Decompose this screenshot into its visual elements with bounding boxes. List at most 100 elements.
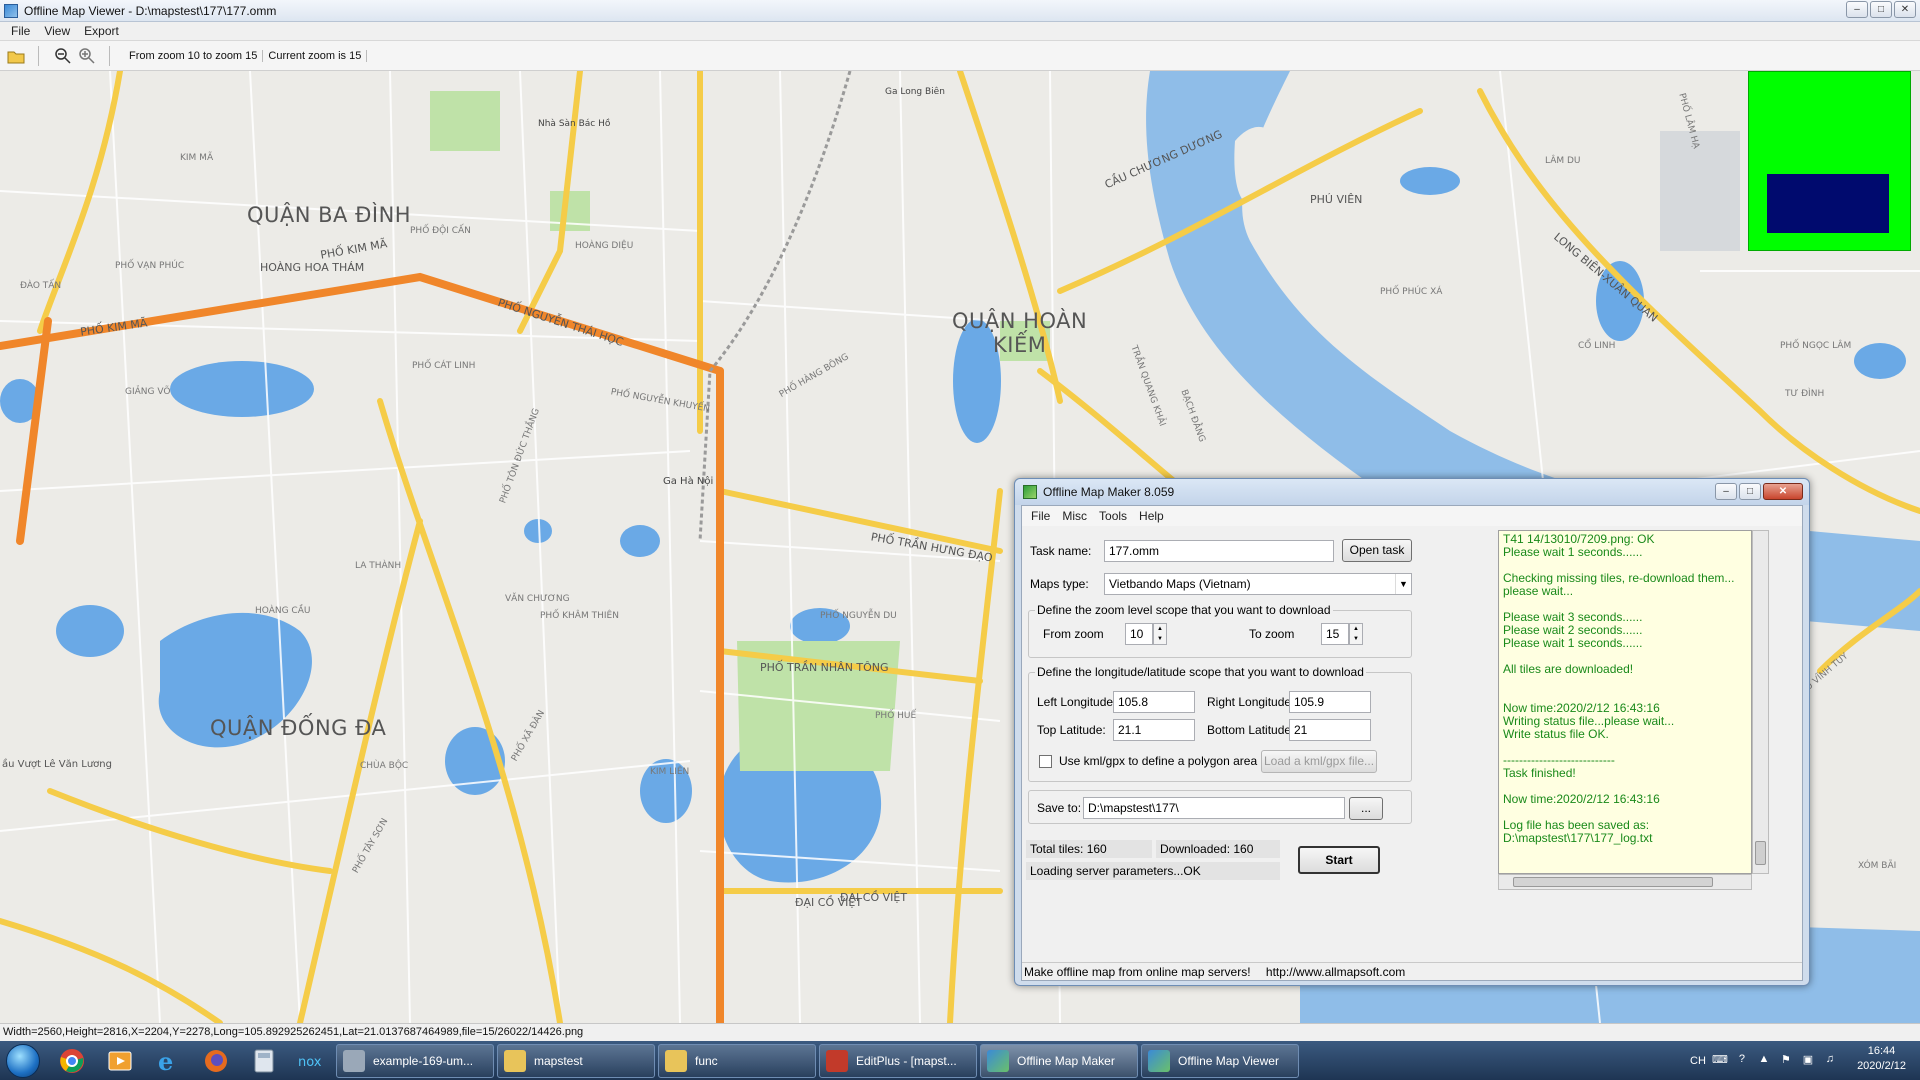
minimize-button[interactable]: – xyxy=(1846,1,1868,18)
street-label: PHỐ HUẾ xyxy=(875,711,917,721)
start-button[interactable]: Start xyxy=(1298,846,1380,874)
network-icon[interactable]: ▣ xyxy=(1800,1053,1816,1069)
tray-arrow-icon[interactable]: ▲ xyxy=(1756,1053,1772,1069)
zoom-scope-group: Define the zoom level scope that you wan… xyxy=(1028,603,1412,658)
overview-minimap[interactable] xyxy=(1748,71,1911,251)
taskbar-item-label: example-169-um... xyxy=(373,1053,474,1068)
maximize-button[interactable]: □ xyxy=(1870,1,1892,18)
help-icon[interactable]: ? xyxy=(1734,1053,1750,1069)
zoom-out-icon[interactable] xyxy=(53,46,73,66)
taskbar-item-example[interactable]: example-169-um... xyxy=(336,1043,494,1078)
street-label: PHỐ VẠN PHÚC xyxy=(115,261,185,271)
offline-map-maker-dialog[interactable]: Offline Map Maker 8.059 – □ ✕ File Misc … xyxy=(1014,478,1810,986)
from-zoom-spinner[interactable]: ▲ ▼ xyxy=(1153,623,1167,645)
toolbar-separator xyxy=(38,45,39,66)
internet-explorer-icon[interactable]: e xyxy=(144,1043,192,1079)
left-longitude-input[interactable]: 105.8 xyxy=(1113,691,1195,713)
viewer-menubar: File View Export xyxy=(0,22,1920,41)
svg-text:nox: nox xyxy=(298,1055,322,1070)
clock-time: 16:44 xyxy=(1867,1045,1896,1057)
street-label: PHỐ ĐỘI CẤN xyxy=(410,226,471,236)
lonlat-scope-group: Define the longitude/latitude scope that… xyxy=(1028,665,1412,782)
to-zoom-input[interactable]: 15 xyxy=(1321,623,1349,645)
chevron-down-icon[interactable]: ▼ xyxy=(1395,574,1411,594)
dialog-status-bar: Make offline map from online map servers… xyxy=(1022,962,1802,980)
clock[interactable]: 16:44 2020/2/12 xyxy=(1857,1044,1906,1074)
keyboard-icon[interactable]: ⌨ xyxy=(1712,1053,1728,1069)
map-maker-app-icon xyxy=(1023,485,1037,499)
dialog-minimize-button[interactable]: – xyxy=(1715,483,1737,500)
taskbar-item-editplus[interactable]: EditPlus - [mapst... xyxy=(819,1043,977,1078)
from-zoom-label: From zoom xyxy=(1043,627,1104,641)
task-name-input[interactable]: 177.omm xyxy=(1104,540,1334,562)
menu-file[interactable]: File xyxy=(4,24,37,38)
dialog-menu-misc[interactable]: Misc xyxy=(1056,509,1093,523)
street-label: KIM LIÊN xyxy=(650,767,690,777)
language-indicator[interactable]: CH xyxy=(1690,1055,1706,1067)
open-task-button[interactable]: Open task ... xyxy=(1342,539,1412,578)
flag-icon[interactable]: ⚑ xyxy=(1778,1053,1794,1069)
taskbar-item-map-maker[interactable]: Offline Map Maker xyxy=(980,1043,1138,1078)
dialog-close-button[interactable]: ✕ xyxy=(1763,483,1803,500)
street-label: PHỐ NGỌC LÂM xyxy=(1780,341,1852,351)
airport-area xyxy=(1660,131,1740,251)
save-to-input[interactable]: D:\mapstest\177\ xyxy=(1083,797,1345,819)
taskbar-item-mapstest[interactable]: mapstest xyxy=(497,1043,655,1078)
from-zoom-input[interactable]: 10 xyxy=(1125,623,1153,645)
browse-button[interactable]: ... xyxy=(1349,797,1383,820)
viewer-titlebar[interactable]: Offline Map Viewer - D:\mapstest\177\177… xyxy=(0,0,1920,22)
dialog-menu-file[interactable]: File xyxy=(1025,509,1056,523)
to-zoom-spinner[interactable]: ▲ ▼ xyxy=(1349,623,1363,645)
area-label: PHÚ VIÊN xyxy=(1310,193,1363,206)
menu-view[interactable]: View xyxy=(37,24,77,38)
street-label: PHỐ NGUYỄN DU xyxy=(820,611,897,621)
open-folder-icon[interactable] xyxy=(6,46,26,66)
scrollbar-thumb[interactable] xyxy=(1755,841,1766,865)
close-button[interactable]: ✕ xyxy=(1894,1,1916,18)
globe-icon xyxy=(1148,1049,1170,1072)
svg-text:e: e xyxy=(158,1048,173,1074)
left-longitude-label: Left Longitude: xyxy=(1037,695,1117,709)
dialog-maximize-button[interactable]: □ xyxy=(1739,483,1761,500)
district-label: QUẬN BA ĐÌNH xyxy=(247,203,412,227)
status-url-link[interactable]: http://www.allmapsoft.com xyxy=(1266,965,1405,979)
taskbar-item-label: mapstest xyxy=(534,1053,583,1068)
taskbar-item-map-viewer[interactable]: Offline Map Viewer xyxy=(1141,1043,1299,1078)
bottom-latitude-input[interactable]: 21 xyxy=(1289,719,1371,741)
log-horizontal-scrollbar[interactable] xyxy=(1498,874,1752,890)
taskbar-item-func[interactable]: func xyxy=(658,1043,816,1078)
volume-icon[interactable]: ♫ xyxy=(1822,1053,1838,1069)
task-name-label: Task name: xyxy=(1030,544,1092,558)
street-label: TƯ ĐÌNH xyxy=(1785,389,1825,399)
overview-viewport-rect[interactable] xyxy=(1767,174,1889,233)
poi-label: Nhà Sàn Bác Hồ xyxy=(538,119,611,129)
viewer-toolbar: From zoom 10 to zoom 15 Current zoom is … xyxy=(0,41,1920,71)
street-label: VĂN CHƯƠNG xyxy=(505,594,570,604)
load-kml-button[interactable]: Load a kml/gpx file... xyxy=(1261,750,1377,773)
chrome-icon[interactable] xyxy=(48,1043,96,1079)
firefox-icon[interactable] xyxy=(192,1043,240,1079)
lonlat-scope-legend: Define the longitude/latitude scope that… xyxy=(1035,665,1366,679)
use-kml-checkbox[interactable] xyxy=(1039,755,1052,768)
nox-icon[interactable]: nox xyxy=(288,1043,336,1079)
dialog-menu-tools[interactable]: Tools xyxy=(1093,509,1133,523)
calculator-icon[interactable] xyxy=(240,1043,288,1079)
zoom-in-icon[interactable] xyxy=(77,46,97,66)
street-label: HOÀNG HOA THÁM xyxy=(260,261,365,274)
media-player-icon[interactable] xyxy=(96,1043,144,1079)
street-label: PHỐ KHÂM THIÊN xyxy=(540,611,619,621)
to-zoom-label: To zoom xyxy=(1249,627,1295,641)
dialog-menu-help[interactable]: Help xyxy=(1133,509,1170,523)
log-textarea[interactable]: T41 14/13010/7209.png: OK Please wait 1 … xyxy=(1498,530,1752,874)
lake xyxy=(620,525,660,557)
top-latitude-input[interactable]: 21.1 xyxy=(1113,719,1195,741)
right-longitude-input[interactable]: 105.9 xyxy=(1289,691,1371,713)
current-zoom-text: Current zoom is 15 xyxy=(263,49,368,62)
save-to-group: Save to: D:\mapstest\177\ ... xyxy=(1028,790,1412,824)
menu-export[interactable]: Export xyxy=(77,24,126,38)
dialog-titlebar[interactable]: Offline Map Maker 8.059 – □ ✕ xyxy=(1015,479,1809,505)
log-vertical-scrollbar[interactable] xyxy=(1752,530,1769,874)
maps-type-select[interactable]: Vietbando Maps (Vietnam) ▼ xyxy=(1104,573,1412,595)
scrollbar-thumb[interactable] xyxy=(1513,877,1713,887)
start-button[interactable] xyxy=(6,1043,40,1078)
